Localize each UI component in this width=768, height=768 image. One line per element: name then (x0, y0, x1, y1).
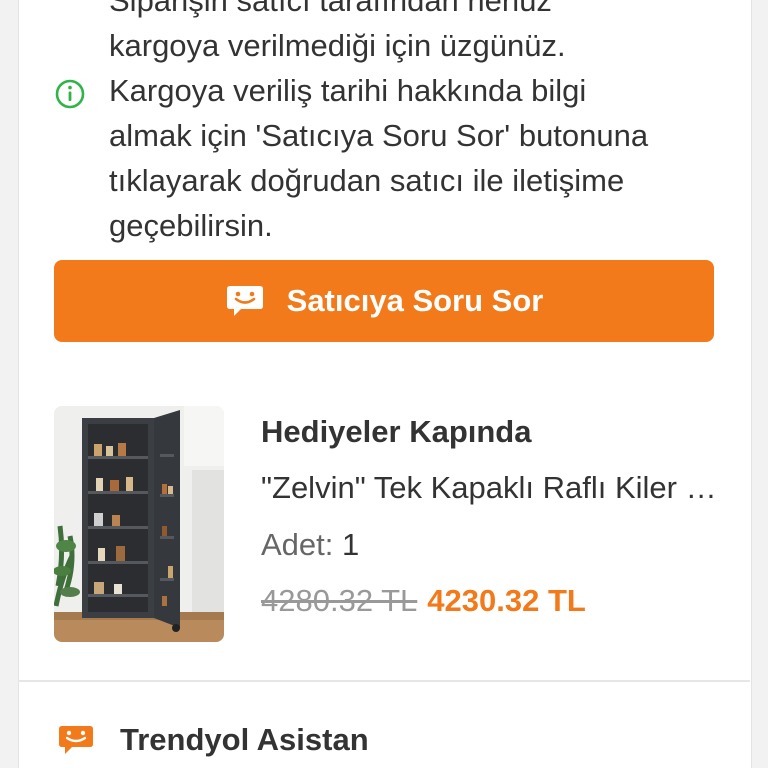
product-image[interactable] (54, 406, 224, 642)
info-line: geçebilirsin. (109, 208, 273, 243)
order-detail-screen: Siparişin satıcı tarafından henüz kargoy… (0, 0, 768, 768)
cabinet-illustration (54, 406, 224, 642)
info-line: tıklayarak doğrudan satıcı ile iletişime (109, 163, 625, 198)
info-line: Siparişin satıcı tarafından henüz (109, 0, 552, 18)
old-price: 4280.32 TL (261, 583, 418, 618)
new-price: 4230.32 TL (427, 583, 586, 618)
ask-seller-button[interactable]: Satıcıya Soru Sor (54, 260, 714, 342)
trendyol-assistant-link[interactable]: Trendyol Asistan (120, 722, 369, 758)
info-line: kargoya verilmediği için üzgünüz. (109, 28, 566, 63)
price-row: 4280.32 TL 4230.32 TL (261, 583, 586, 619)
seller-name[interactable]: Hediyeler Kapında (261, 414, 531, 450)
chat-smile-icon (226, 286, 263, 316)
section-divider (18, 680, 750, 682)
quantity-value: 1 (342, 527, 360, 562)
info-line: almak için 'Satıcıya Soru Sor' butonuna (109, 118, 649, 153)
info-line: Kargoya veriliş tarihi hakkında bilgi (109, 73, 587, 108)
product-title[interactable]: "Zelvin" Tek Kapaklı Raflı Kiler Dolabı (261, 470, 721, 506)
info-icon (55, 79, 85, 109)
quantity: Adet: 1 (261, 527, 359, 563)
quantity-label: Adet: (261, 527, 334, 562)
shipping-info-message: Siparişin satıcı tarafından henüz kargoy… (109, 0, 739, 248)
chat-smile-icon (59, 726, 93, 754)
ask-seller-label: Satıcıya Soru Sor (286, 283, 544, 318)
